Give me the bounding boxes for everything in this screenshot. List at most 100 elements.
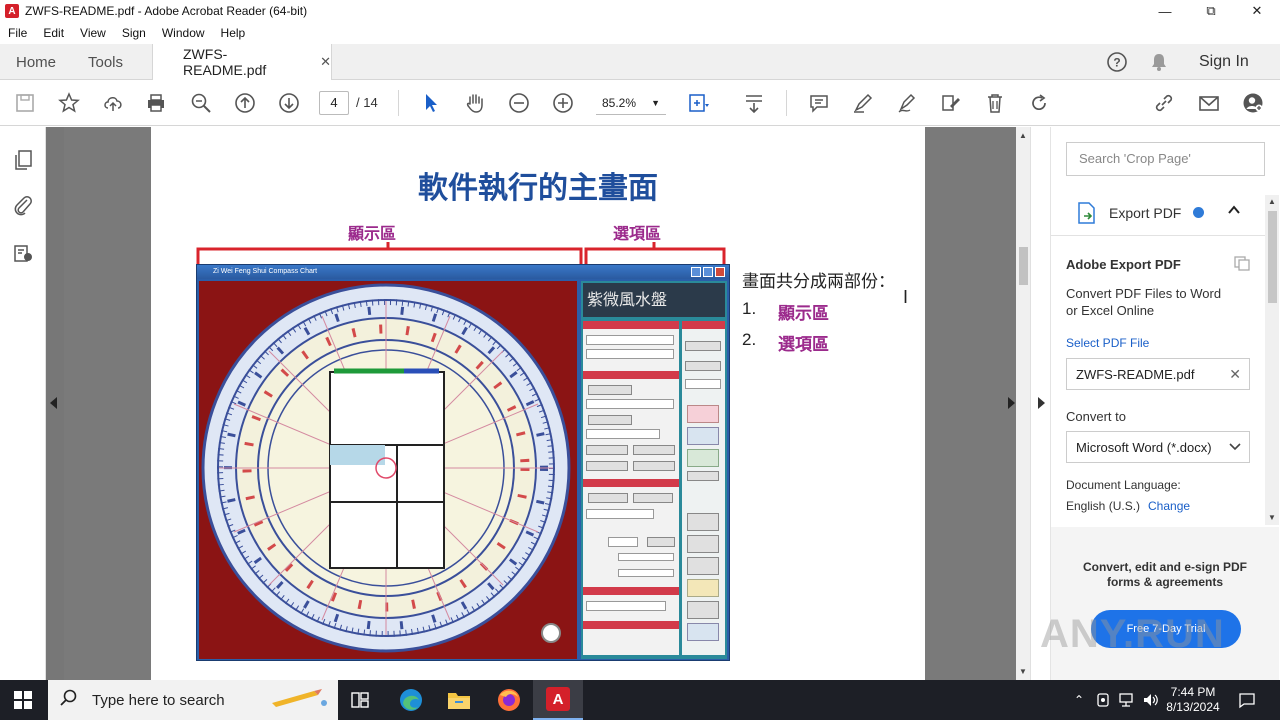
panel-scroll-down-icon[interactable]: ▼ bbox=[1268, 513, 1276, 522]
export-pdf-title[interactable]: Export PDF bbox=[1109, 205, 1181, 221]
zoom-level-select[interactable]: 85.2% ▼ bbox=[596, 91, 666, 115]
menu-file[interactable]: File bbox=[8, 26, 27, 40]
network-security-icon[interactable] bbox=[1094, 680, 1112, 720]
bookmark-star-icon[interactable] bbox=[57, 91, 81, 115]
menu-window[interactable]: Window bbox=[162, 26, 205, 40]
menu-sign[interactable]: Sign bbox=[122, 26, 146, 40]
firefox-icon[interactable] bbox=[496, 687, 522, 718]
scroll-down-icon[interactable]: ▼ bbox=[1019, 667, 1027, 676]
options-banner: 紫微風水盤 bbox=[583, 283, 725, 317]
page-number-input[interactable]: 4 bbox=[319, 91, 349, 115]
file-explorer-icon[interactable] bbox=[446, 687, 472, 718]
expand-right-arrow-icon[interactable] bbox=[1008, 397, 1015, 409]
document-viewer[interactable]: 軟件執行的主畫面 顯示區 選項區 Zi Wei Feng Shui Compas… bbox=[64, 127, 1016, 680]
save-icon[interactable] bbox=[13, 91, 37, 115]
convert-format-select[interactable]: Microsoft Word (*.docx) bbox=[1066, 431, 1250, 463]
clear-file-icon[interactable]: ✕ bbox=[1229, 366, 1241, 383]
zoom-out-icon[interactable] bbox=[507, 91, 531, 115]
tool-search-input[interactable]: Search 'Crop Page' bbox=[1066, 142, 1265, 176]
collapse-panel-icon[interactable] bbox=[1038, 397, 1045, 409]
list-number-1: 1. bbox=[742, 299, 757, 318]
close-window-button[interactable]: ✕ bbox=[1234, 0, 1280, 22]
comment-icon[interactable] bbox=[807, 91, 831, 115]
scroll-mode-icon[interactable] bbox=[742, 91, 766, 115]
chevron-down-icon: ▼ bbox=[651, 97, 660, 108]
email-envelope-icon[interactable] bbox=[1197, 91, 1221, 115]
list-number-2: 2. bbox=[742, 330, 757, 349]
zoom-in-icon[interactable] bbox=[551, 91, 575, 115]
notification-center-icon[interactable] bbox=[1236, 680, 1258, 720]
menu-view[interactable]: View bbox=[80, 26, 106, 40]
search-icon bbox=[60, 689, 78, 712]
taskbar-search-placeholder: Type here to search bbox=[92, 691, 225, 709]
menu-bar: File Edit View Sign Window Help bbox=[0, 22, 1280, 44]
toolbar-divider bbox=[398, 90, 399, 116]
menu-edit[interactable]: Edit bbox=[43, 26, 64, 40]
panel-scrollbar-thumb[interactable] bbox=[1268, 211, 1277, 303]
volume-speaker-icon[interactable] bbox=[1141, 680, 1161, 720]
notification-bell-icon[interactable] bbox=[1149, 44, 1169, 80]
menu-help[interactable]: Help bbox=[221, 26, 246, 40]
print-icon[interactable] bbox=[144, 91, 168, 115]
convert-to-label: Convert to bbox=[1066, 409, 1126, 424]
help-icon[interactable]: ? bbox=[1106, 44, 1128, 80]
maximize-button[interactable]: ⧉ bbox=[1188, 0, 1234, 22]
right-gutter bbox=[926, 127, 1016, 680]
clock-time: 7:44 PM bbox=[1170, 685, 1216, 699]
previous-page-icon[interactable] bbox=[233, 91, 257, 115]
page-thumbnails-icon[interactable] bbox=[12, 149, 34, 176]
slider bbox=[618, 569, 674, 577]
panel-divider bbox=[1051, 235, 1265, 236]
edge-browser-icon[interactable] bbox=[398, 687, 424, 718]
fit-page-icon[interactable] bbox=[686, 91, 710, 115]
scrollbar-thumb[interactable] bbox=[1019, 247, 1028, 285]
tool-button bbox=[687, 513, 719, 531]
list-item-options-area: 選項區 bbox=[778, 335, 829, 355]
add-user-icon[interactable] bbox=[1241, 91, 1265, 115]
acrobat-taskbar-button[interactable]: A bbox=[533, 680, 583, 720]
upload-cloud-icon[interactable] bbox=[101, 91, 125, 115]
scroll-up-icon[interactable]: ▲ bbox=[1019, 131, 1027, 140]
embedded-maximize-icon bbox=[703, 267, 713, 277]
option-button bbox=[685, 341, 721, 351]
clock[interactable]: 7:44 PM 8/13/2024 bbox=[1162, 680, 1224, 720]
select-cursor-icon[interactable] bbox=[419, 91, 443, 115]
windows-start-icon[interactable] bbox=[14, 691, 32, 714]
delete-trash-icon[interactable] bbox=[983, 91, 1007, 115]
document-scrollbar[interactable]: ▲ ▼ bbox=[1016, 127, 1030, 680]
share-link-icon[interactable] bbox=[1152, 91, 1176, 115]
tab-home[interactable]: Home bbox=[16, 44, 56, 80]
selected-file-field[interactable]: ZWFS-README.pdf ✕ bbox=[1066, 358, 1250, 390]
task-view-icon[interactable] bbox=[350, 690, 370, 715]
clock-date: 8/13/2024 bbox=[1166, 700, 1220, 714]
option-button bbox=[586, 445, 628, 455]
select-pdf-link[interactable]: Select PDF File bbox=[1066, 336, 1149, 350]
draw-pen-icon[interactable] bbox=[895, 91, 919, 115]
zoom-marquee-icon[interactable] bbox=[189, 91, 213, 115]
rotate-icon[interactable] bbox=[1027, 91, 1051, 115]
attachment-paperclip-icon[interactable] bbox=[12, 194, 34, 221]
taskbar-search[interactable]: Type here to search bbox=[48, 680, 338, 720]
show-hidden-icons-chevron[interactable]: ⌃ bbox=[1070, 680, 1088, 720]
change-language-link[interactable]: Change bbox=[1148, 499, 1190, 513]
sign-in-button[interactable]: Sign In bbox=[1199, 44, 1249, 80]
fill-sign-icon[interactable] bbox=[939, 91, 963, 115]
panel-scrollbar[interactable]: ▲ ▼ bbox=[1265, 195, 1279, 525]
chevron-up-icon[interactable] bbox=[1227, 203, 1241, 220]
slider bbox=[618, 553, 674, 561]
next-page-icon[interactable] bbox=[277, 91, 301, 115]
tool-button bbox=[687, 601, 719, 619]
panel-scroll-up-icon[interactable]: ▲ bbox=[1268, 197, 1276, 206]
tab-document[interactable]: ZWFS-README.pdf ✕ bbox=[152, 44, 332, 80]
wired-network-icon[interactable] bbox=[1117, 680, 1137, 720]
promo-line-1: Convert, edit and e-sign PDF bbox=[1082, 560, 1247, 574]
close-tab-icon[interactable]: ✕ bbox=[320, 54, 331, 70]
tab-tools[interactable]: Tools bbox=[88, 44, 123, 80]
highlight-pen-icon[interactable] bbox=[851, 91, 875, 115]
accessibility-tags-icon[interactable] bbox=[12, 242, 34, 269]
expand-left-panel-icon[interactable] bbox=[50, 397, 57, 409]
hand-tool-icon[interactable] bbox=[463, 91, 487, 115]
text-field bbox=[586, 335, 674, 345]
minimize-button[interactable]: — bbox=[1142, 0, 1188, 22]
copy-docs-icon bbox=[1233, 255, 1251, 276]
